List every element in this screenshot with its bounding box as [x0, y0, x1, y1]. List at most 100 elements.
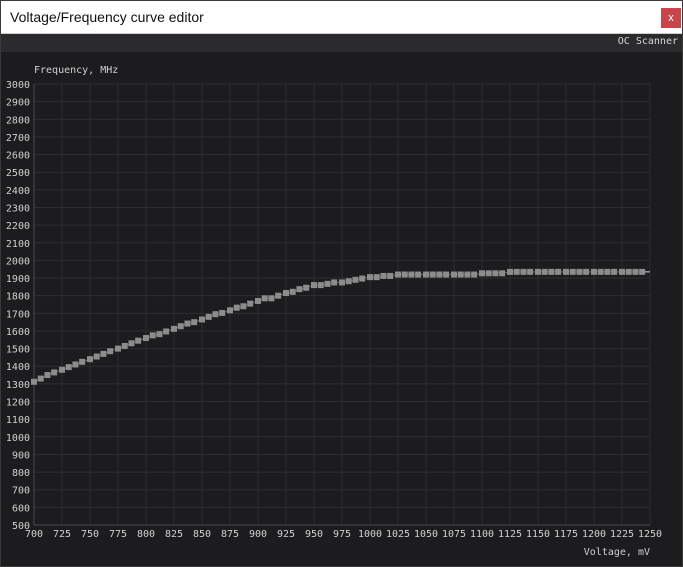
curve-point[interactable]: [597, 268, 604, 275]
curve-point[interactable]: [107, 348, 114, 355]
curve-point[interactable]: [576, 268, 583, 275]
curve-point[interactable]: [479, 270, 485, 277]
curve-point[interactable]: [367, 274, 373, 281]
curve-point[interactable]: [569, 268, 576, 275]
oc-scanner-button[interactable]: OC Scanner: [618, 36, 678, 47]
curve-point[interactable]: [177, 323, 184, 330]
curve-point[interactable]: [563, 268, 569, 275]
curve-point[interactable]: [156, 331, 163, 338]
curve-point[interactable]: [44, 372, 51, 379]
y-tick-label: 1100: [6, 415, 30, 426]
curve-point[interactable]: [65, 364, 72, 371]
curve-point[interactable]: [59, 366, 65, 373]
curve-point[interactable]: [541, 268, 548, 275]
curve-point[interactable]: [283, 290, 289, 297]
curve-point[interactable]: [324, 280, 331, 287]
curve-point[interactable]: [227, 307, 233, 314]
curve-point[interactable]: [149, 332, 156, 339]
curve-point[interactable]: [492, 270, 499, 277]
curve-point[interactable]: [171, 325, 177, 332]
curve-point[interactable]: [555, 268, 562, 275]
curve-point[interactable]: [233, 304, 240, 311]
curve-point[interactable]: [395, 271, 401, 278]
curve-point[interactable]: [408, 271, 415, 278]
curve-point[interactable]: [527, 268, 534, 275]
curve-point[interactable]: [604, 268, 611, 275]
x-tick-label: 875: [221, 529, 239, 540]
curve-point[interactable]: [121, 342, 128, 349]
curve-point[interactable]: [520, 268, 527, 275]
curve-point[interactable]: [548, 268, 555, 275]
curve-point[interactable]: [535, 268, 541, 275]
x-tick-label: 1025: [386, 529, 410, 540]
curve-point[interactable]: [311, 282, 317, 289]
title-bar[interactable]: Voltage/Frequency curve editor x: [1, 1, 682, 34]
curve-point[interactable]: [128, 340, 135, 347]
curve-point[interactable]: [639, 268, 646, 275]
curve-point[interactable]: [380, 272, 387, 279]
curve-point[interactable]: [352, 276, 359, 283]
curve-point[interactable]: [219, 309, 226, 316]
curve-point[interactable]: [429, 271, 436, 278]
curve-point[interactable]: [443, 271, 450, 278]
curve-point[interactable]: [255, 297, 261, 304]
curve-point[interactable]: [37, 375, 44, 382]
curve-point[interactable]: [632, 268, 639, 275]
curve-point[interactable]: [464, 271, 471, 278]
curve-point[interactable]: [72, 361, 79, 368]
curve-point[interactable]: [387, 272, 394, 279]
x-tick-label: 825: [165, 529, 183, 540]
curve-point[interactable]: [625, 268, 632, 275]
curve-point[interactable]: [93, 353, 100, 360]
curve-point[interactable]: [591, 268, 597, 275]
curve-point[interactable]: [373, 274, 380, 281]
curve-point[interactable]: [485, 270, 492, 277]
curve-point[interactable]: [583, 268, 590, 275]
vf-curve-chart[interactable]: Frequency, MHz Voltage, mV 5006007008009…: [1, 52, 682, 566]
curve-point[interactable]: [296, 286, 303, 293]
curve-point[interactable]: [415, 271, 422, 278]
curve-point[interactable]: [205, 313, 212, 320]
curve-point[interactable]: [115, 345, 121, 352]
curve-point[interactable]: [79, 358, 86, 365]
curve-point[interactable]: [199, 316, 205, 323]
curve-point[interactable]: [100, 350, 107, 357]
y-tick-label: 2800: [6, 115, 30, 126]
y-tick-label: 2000: [6, 256, 30, 267]
curve-point[interactable]: [359, 275, 366, 282]
curve-point[interactable]: [51, 369, 58, 376]
curve-point[interactable]: [135, 337, 142, 344]
curve-point[interactable]: [184, 320, 191, 327]
curve-point[interactable]: [513, 268, 520, 275]
curve-point[interactable]: [619, 268, 625, 275]
curve-point[interactable]: [240, 303, 247, 310]
curve-point[interactable]: [339, 279, 345, 286]
curve-point[interactable]: [331, 279, 338, 286]
curve-point[interactable]: [87, 356, 93, 363]
curve-point[interactable]: [247, 300, 254, 307]
curve-point[interactable]: [317, 282, 324, 289]
curve-point[interactable]: [345, 278, 352, 285]
curve-point[interactable]: [275, 292, 282, 299]
curve-point[interactable]: [499, 270, 506, 277]
curve-point[interactable]: [507, 268, 513, 275]
curve-point[interactable]: [31, 378, 37, 385]
x-tick-label: 800: [137, 529, 155, 540]
curve-point[interactable]: [289, 288, 296, 295]
close-button[interactable]: x: [661, 8, 681, 28]
curve-point[interactable]: [401, 271, 408, 278]
curve-point[interactable]: [143, 335, 149, 342]
curve-point[interactable]: [163, 328, 170, 335]
curve-point[interactable]: [423, 271, 429, 278]
curve-point[interactable]: [471, 271, 478, 278]
curve-point[interactable]: [268, 295, 275, 302]
curve-point[interactable]: [436, 271, 443, 278]
curve-point[interactable]: [457, 271, 464, 278]
curve-point[interactable]: [611, 268, 618, 275]
y-tick-label: 2300: [6, 203, 30, 214]
curve-point[interactable]: [212, 311, 219, 318]
curve-point[interactable]: [303, 284, 310, 291]
curve-point[interactable]: [261, 295, 268, 302]
curve-point[interactable]: [451, 271, 457, 278]
curve-point[interactable]: [191, 319, 198, 326]
